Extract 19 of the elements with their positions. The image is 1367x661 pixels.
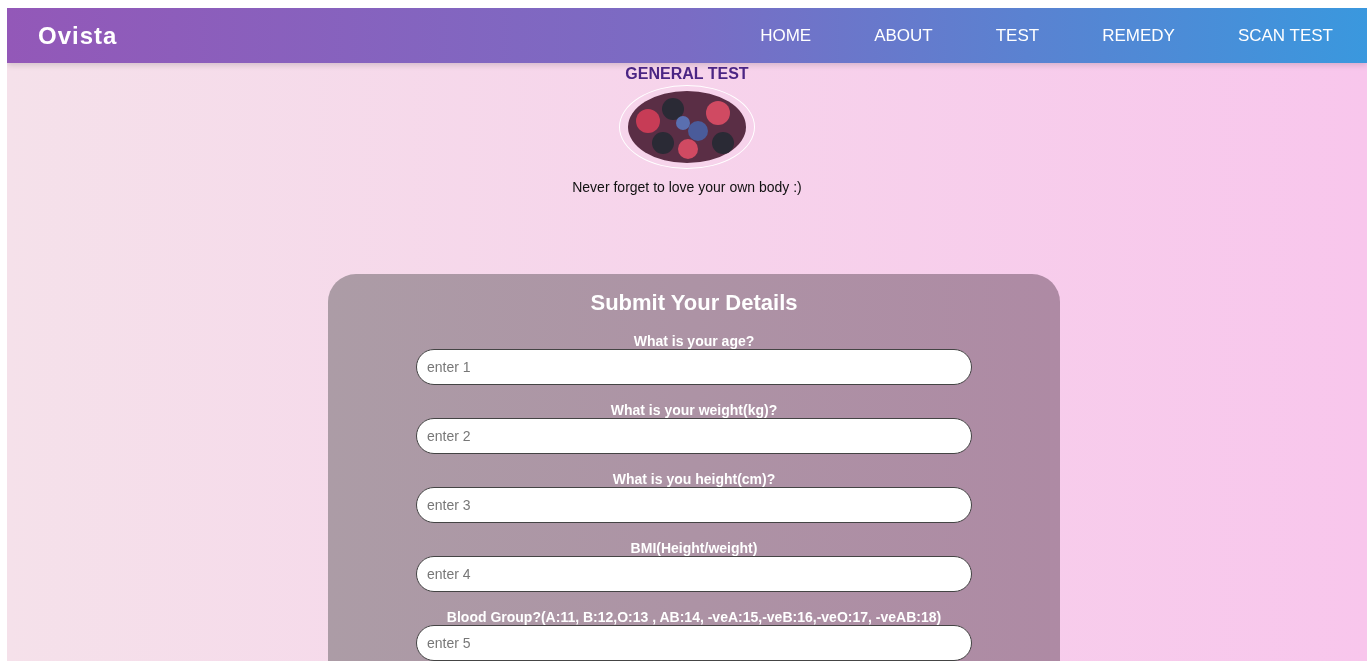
brand-logo[interactable]: Ovista (38, 21, 118, 50)
tagline-text: Never forget to love your own body :) (572, 179, 802, 195)
field-label: What is your age? (633, 333, 755, 349)
field-label: BMI(Height/weight) (630, 540, 758, 556)
field-label: What is your weight(kg)? (610, 402, 778, 418)
input-field[interactable]: enter 5 (416, 625, 972, 661)
form-title: Submit Your Details (590, 290, 798, 316)
input-field[interactable]: enter 1 (416, 349, 972, 385)
nav-link[interactable]: HOME (740, 25, 832, 46)
nav-link[interactable]: REMEDY (1082, 25, 1195, 46)
field-label: Blood Group?(A:11, B:12,O:13 , AB:14, -veA:15,-veB:16,-veO:17, -veAB:18) (446, 609, 942, 625)
field-label: What is you height(cm)? (612, 471, 776, 487)
input-field[interactable]: enter 2 (416, 418, 972, 454)
nav-link[interactable]: SCAN TEST (1217, 25, 1353, 46)
nav-link[interactable]: TEST (975, 25, 1060, 46)
nav-link[interactable]: ABOUT (854, 25, 953, 46)
page-title: GENERAL TEST (625, 65, 749, 83)
input-field[interactable]: enter 4 (416, 556, 972, 592)
input-field[interactable]: enter 3 (416, 487, 972, 523)
